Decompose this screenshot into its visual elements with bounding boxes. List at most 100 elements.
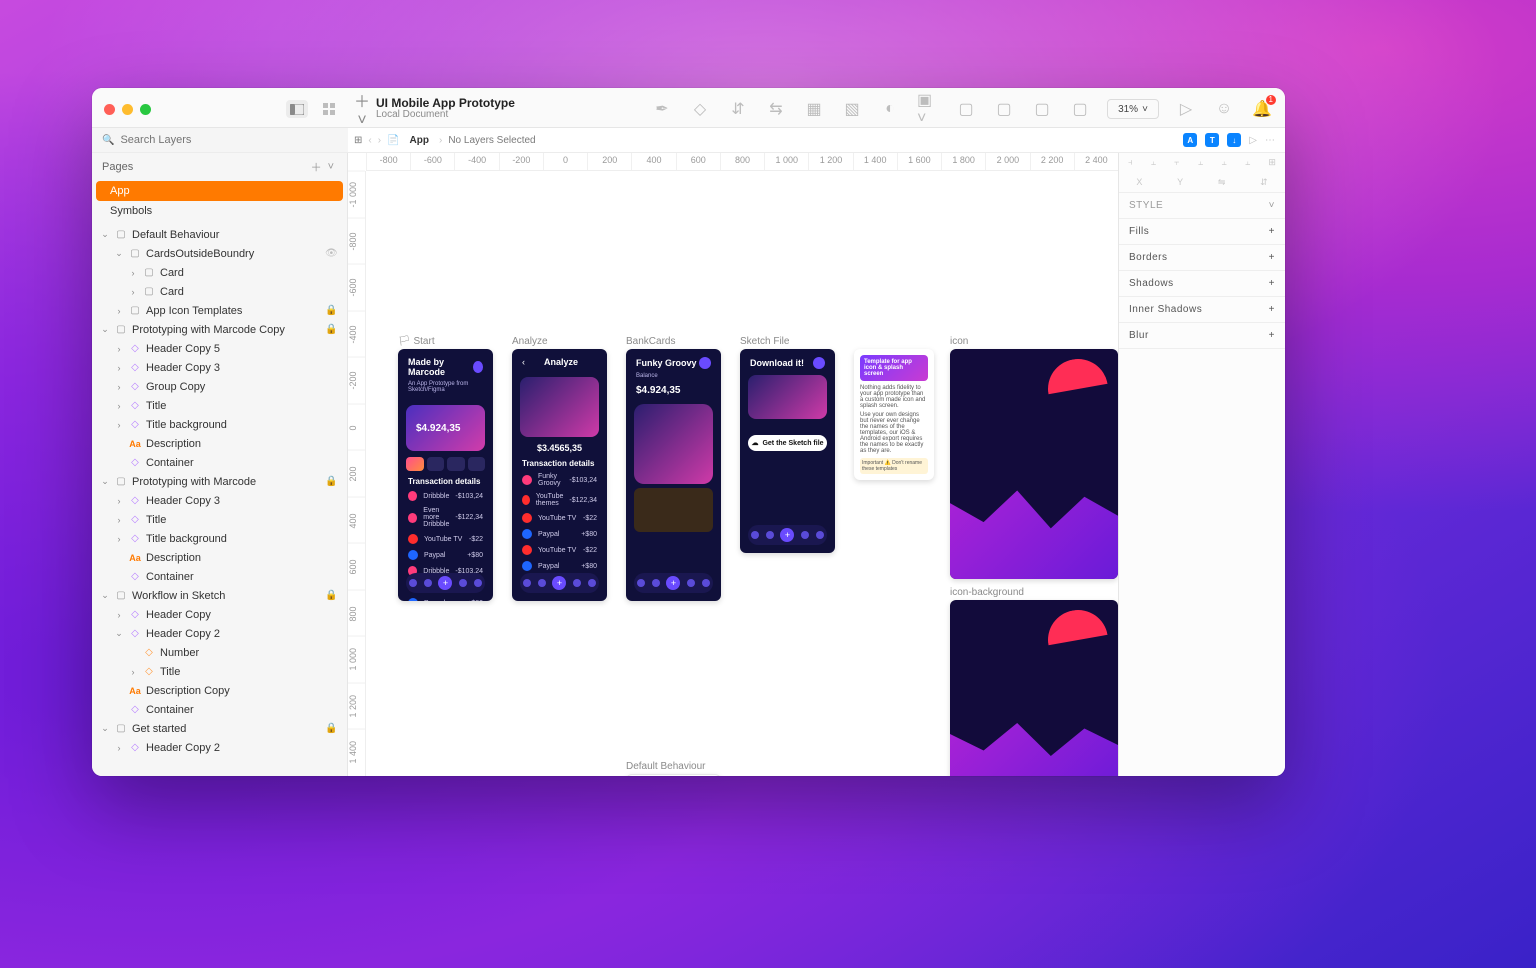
- disclosure-closed-icon[interactable]: ›: [114, 515, 124, 525]
- disclosure-closed-icon[interactable]: ›: [114, 496, 124, 506]
- layer-row[interactable]: ⌄▢Workflow in Sketch🔒: [92, 586, 347, 605]
- search-input[interactable]: [120, 134, 338, 146]
- artboard-label-icon[interactable]: icon: [950, 336, 968, 347]
- disclosure-open-icon[interactable]: ⌄: [114, 248, 124, 259]
- tab-stats-icon[interactable]: [652, 579, 660, 587]
- lock-icon[interactable]: 🔒: [325, 324, 339, 335]
- disclosure-closed-icon[interactable]: ›: [114, 382, 124, 392]
- tab-home-icon[interactable]: [409, 579, 417, 587]
- components-button[interactable]: [318, 100, 340, 118]
- download-button[interactable]: ☁Get the Sketch file: [748, 435, 827, 451]
- tab-cards-icon[interactable]: [459, 579, 467, 587]
- layer-row[interactable]: ◇Container: [92, 567, 347, 586]
- align-hcenter-icon[interactable]: ⫠: [1151, 157, 1156, 168]
- ellipsis-icon[interactable]: ⋯: [1265, 135, 1275, 146]
- disclosure-open-icon[interactable]: ⌄: [114, 628, 124, 639]
- layer-row[interactable]: ◇Container: [92, 700, 347, 719]
- flip-v-icon[interactable]: ⇵: [1260, 177, 1268, 188]
- plus-icon[interactable]: +: [1269, 226, 1275, 237]
- artboard-sketchfile[interactable]: Download it! ☁Get the Sketch file +: [740, 349, 835, 553]
- tab-stats-icon[interactable]: [424, 579, 432, 587]
- bool-union-icon[interactable]: ▢: [955, 98, 977, 120]
- artboard-icon-background[interactable]: [950, 600, 1118, 776]
- layer-row[interactable]: ›▢Card: [92, 263, 347, 282]
- bool-intersect-icon[interactable]: ▢: [1031, 98, 1053, 120]
- artboard-start[interactable]: Made by Marcode An App Prototype from Sk…: [398, 349, 493, 601]
- align-top-icon[interactable]: ⫠: [1198, 157, 1203, 168]
- sidebar-toggle-button[interactable]: [286, 100, 308, 118]
- back-icon[interactable]: ‹: [522, 357, 525, 367]
- disclosure-closed-icon[interactable]: ›: [128, 667, 138, 677]
- disclosure-open-icon[interactable]: ⌄: [100, 723, 110, 734]
- inspector-shadows[interactable]: Shadows+: [1119, 271, 1285, 297]
- layer-row[interactable]: ›◇Title background: [92, 529, 347, 548]
- layer-row[interactable]: ›◇Title: [92, 662, 347, 681]
- canvas[interactable]: -800-600-400-20002004006008001 0001 2001…: [348, 153, 1118, 776]
- add-page-button[interactable]: ＋: [308, 159, 325, 175]
- artboard-icon[interactable]: [950, 349, 1118, 579]
- disclosure-closed-icon[interactable]: ›: [114, 743, 124, 753]
- tab-cards-icon[interactable]: [801, 531, 809, 539]
- layer-row[interactable]: ◇Container: [92, 453, 347, 472]
- bool-subtract-icon[interactable]: ▢: [993, 98, 1015, 120]
- tab-home-icon[interactable]: [751, 531, 759, 539]
- play-preview-icon[interactable]: ▷: [1175, 98, 1197, 120]
- prototype-pill-b[interactable]: T: [1205, 133, 1219, 147]
- tab-home-icon[interactable]: [637, 579, 645, 587]
- plus-icon[interactable]: +: [1269, 278, 1275, 289]
- layer-row[interactable]: ›◇Header Copy: [92, 605, 347, 624]
- zoom-dropdown[interactable]: 31%˅: [1107, 99, 1159, 119]
- align-right-icon[interactable]: ⫟: [1174, 157, 1179, 168]
- bool-difference-icon[interactable]: ▢: [1069, 98, 1091, 120]
- layer-row[interactable]: ›▢Card: [92, 282, 347, 301]
- layer-row[interactable]: AaDescription: [92, 434, 347, 453]
- inspector-blur[interactable]: Blur+: [1119, 323, 1285, 349]
- cloud-user-icon[interactable]: ☺: [1213, 98, 1235, 120]
- page-row-symbols[interactable]: Symbols: [96, 201, 343, 221]
- artboard-default-behaviour[interactable]: [626, 774, 721, 776]
- tab-profile-icon[interactable]: [816, 531, 824, 539]
- visibility-icon[interactable]: 👁: [325, 248, 339, 259]
- nav-back-icon[interactable]: ‹: [368, 135, 371, 146]
- disclosure-open-icon[interactable]: ⌄: [100, 324, 110, 335]
- tab-profile-icon[interactable]: [474, 579, 482, 587]
- plus-icon[interactable]: +: [1269, 304, 1275, 315]
- disclosure-open-icon[interactable]: ⌄: [100, 476, 110, 487]
- play-icon[interactable]: ▷: [1249, 135, 1257, 146]
- plus-icon[interactable]: +: [1269, 252, 1275, 263]
- tab-home-icon[interactable]: [523, 579, 531, 587]
- mask-icon[interactable]: ◐: [879, 98, 901, 120]
- layer-row[interactable]: AaDescription Copy: [92, 681, 347, 700]
- layer-row[interactable]: ⌄▢Default Behaviour: [92, 225, 347, 244]
- disclosure-closed-icon[interactable]: ›: [114, 420, 124, 430]
- flip-h-icon[interactable]: ⇋: [1218, 177, 1226, 188]
- layer-row[interactable]: ›◇Title: [92, 510, 347, 529]
- inspector-borders[interactable]: Borders+: [1119, 245, 1285, 271]
- scale-icon[interactable]: ▣ ˅: [917, 98, 939, 120]
- disclosure-closed-icon[interactable]: ›: [114, 344, 124, 354]
- layer-row[interactable]: ⌄▢CardsOutsideBoundry👁: [92, 244, 347, 263]
- layer-row[interactable]: ◇Number: [92, 643, 347, 662]
- minimize-window-button[interactable]: [122, 104, 133, 115]
- nav-fwd-icon[interactable]: ›: [378, 135, 381, 146]
- lock-icon[interactable]: 🔒: [325, 723, 339, 734]
- artboard-label-iconbg[interactable]: icon-background: [950, 587, 1024, 598]
- artboard-analyze[interactable]: ‹Analyze $3.4565,35 Transaction details …: [512, 349, 607, 601]
- pages-caret-icon[interactable]: ˅: [325, 161, 337, 173]
- plus-icon[interactable]: +: [1269, 330, 1275, 341]
- symbol-tool-icon[interactable]: ◇: [689, 98, 711, 120]
- artboard-label-analyze[interactable]: Analyze: [512, 336, 548, 347]
- lock-icon[interactable]: 🔒: [325, 305, 339, 316]
- disclosure-open-icon[interactable]: ⌄: [100, 229, 110, 240]
- layer-row[interactable]: ›◇Title background: [92, 415, 347, 434]
- ungroup-icon[interactable]: ▧: [841, 98, 863, 120]
- tab-cards-icon[interactable]: [573, 579, 581, 587]
- layer-list[interactable]: ⌄▢Default Behaviour⌄▢CardsOutsideBoundry…: [92, 221, 347, 776]
- inspector-inner-shadows[interactable]: Inner Shadows+: [1119, 297, 1285, 323]
- inspector-style-header[interactable]: STYLE˅: [1119, 193, 1285, 219]
- tab-stats-icon[interactable]: [766, 531, 774, 539]
- layer-row[interactable]: ›◇Title: [92, 396, 347, 415]
- layer-row[interactable]: ›◇Header Copy 2: [92, 738, 347, 757]
- artboard-label-start[interactable]: 🏳 Start: [398, 336, 435, 347]
- layer-row[interactable]: ›◇Group Copy: [92, 377, 347, 396]
